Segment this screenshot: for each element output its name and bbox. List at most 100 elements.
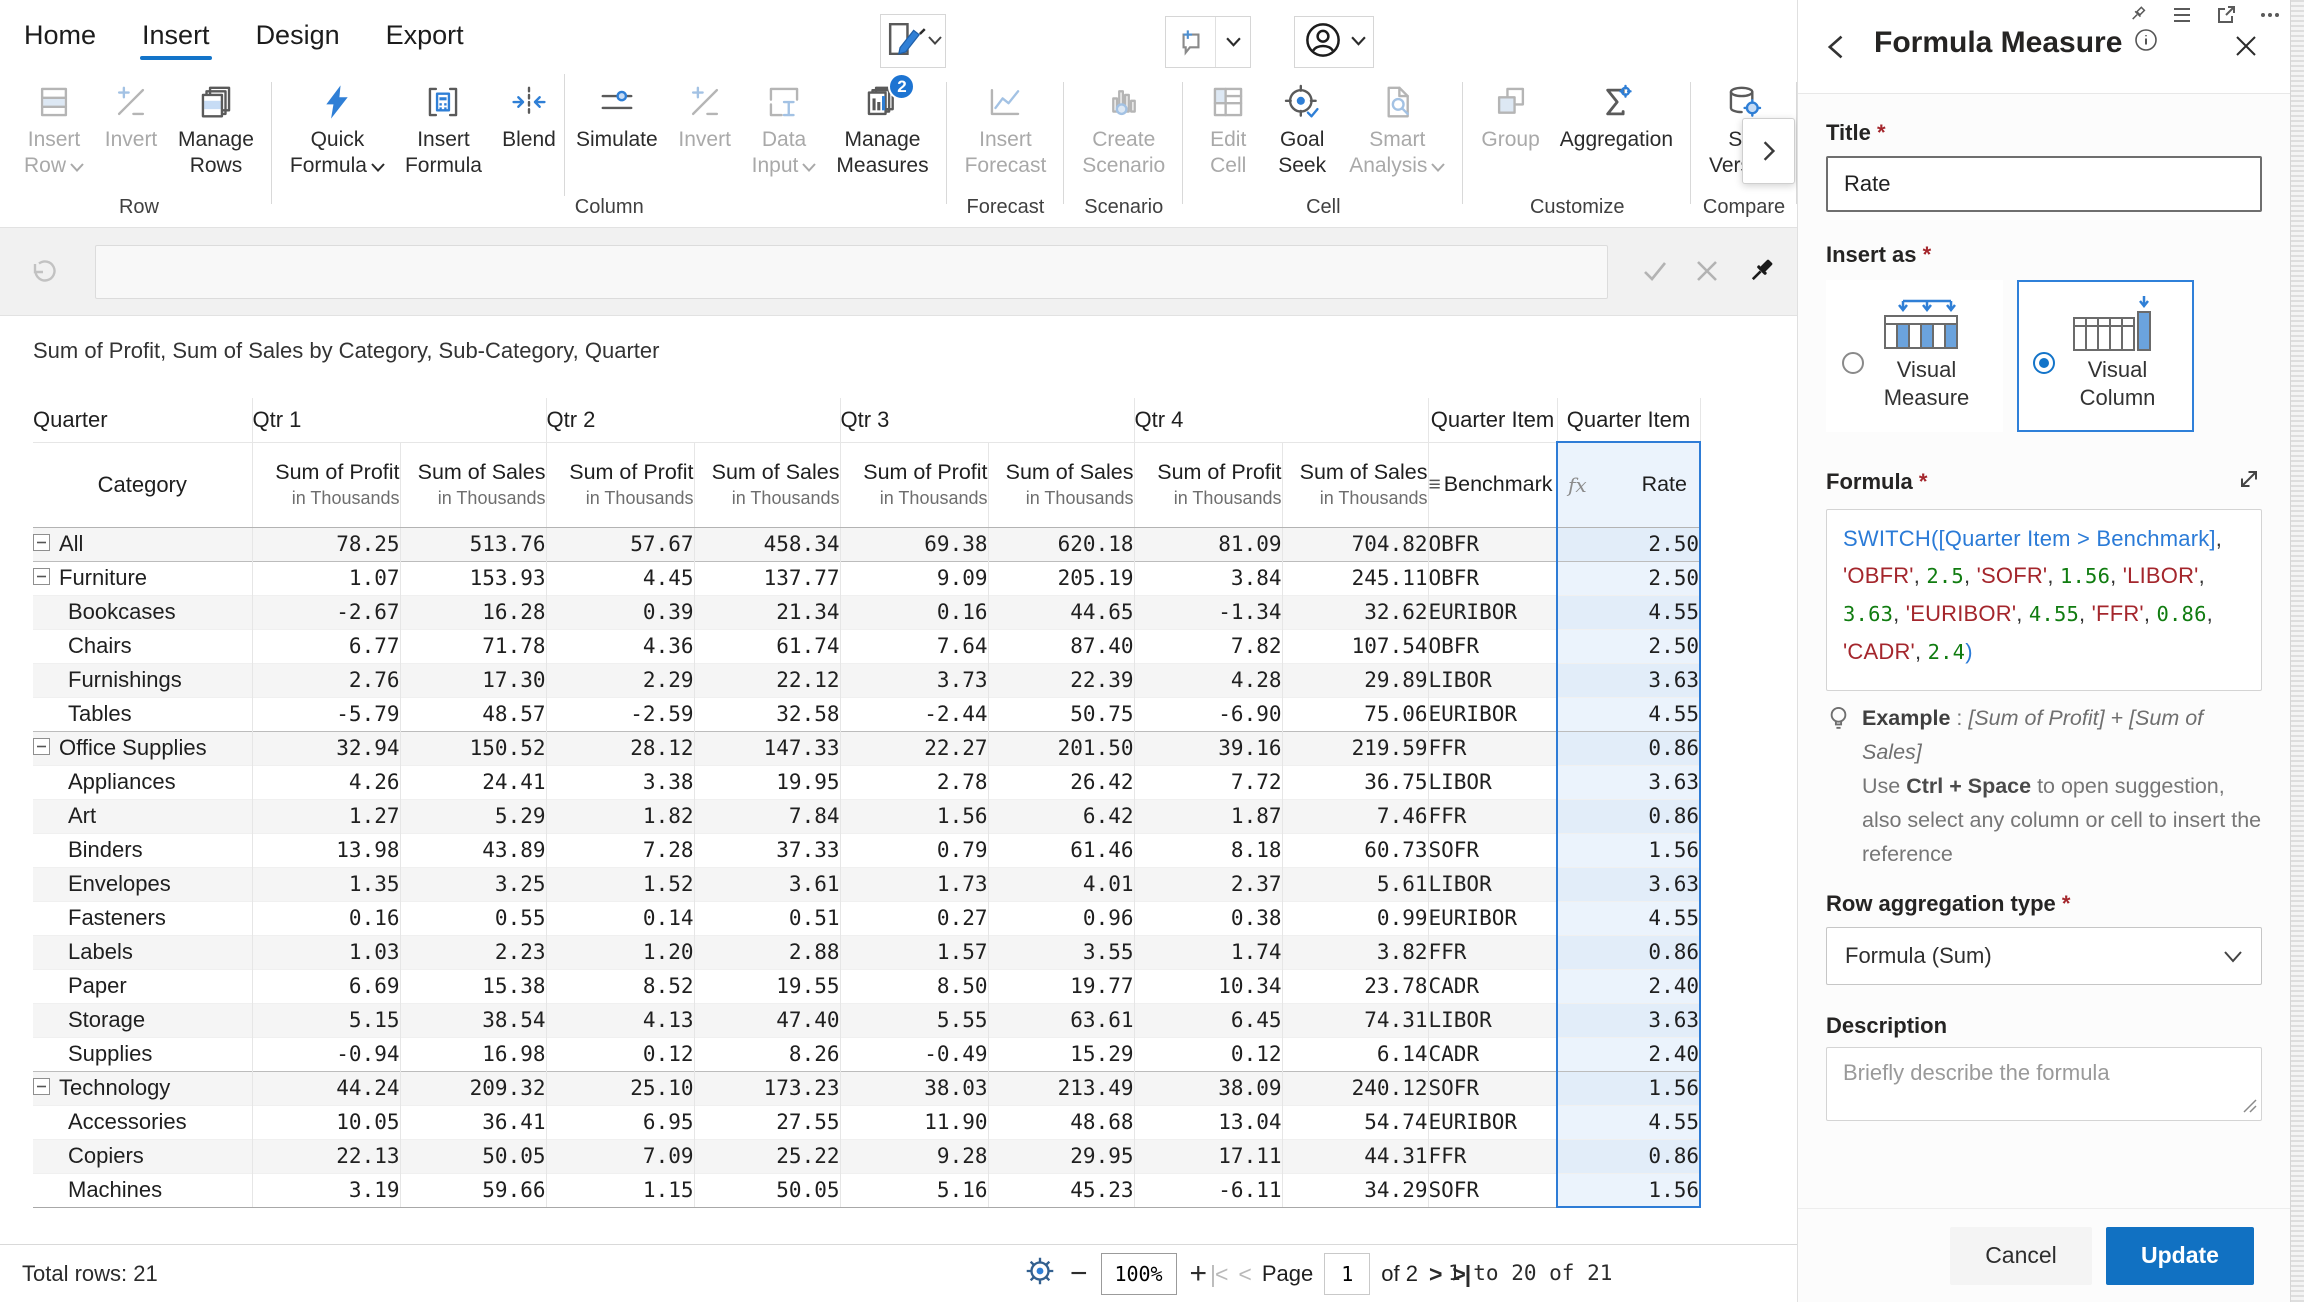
- benchmark-cell[interactable]: LIBOR: [1428, 663, 1557, 697]
- category-cell[interactable]: All: [33, 527, 252, 561]
- zoom-out-button[interactable]: −: [1070, 1254, 1088, 1294]
- value-cell[interactable]: 61.74: [694, 629, 840, 663]
- value-cell[interactable]: 44.65: [988, 595, 1134, 629]
- edit-interaction-button[interactable]: [880, 14, 946, 68]
- value-cell[interactable]: 7.84: [694, 799, 840, 833]
- category-header[interactable]: Category: [33, 442, 252, 527]
- visual-column-option[interactable]: VisualColumn: [2017, 280, 2194, 432]
- category-cell[interactable]: Copiers: [33, 1139, 252, 1173]
- value-cell[interactable]: 45.23: [988, 1173, 1134, 1207]
- category-cell[interactable]: Technology: [33, 1071, 252, 1105]
- value-cell[interactable]: 8.26: [694, 1037, 840, 1071]
- value-cell[interactable]: 4.13: [546, 1003, 694, 1037]
- benchmark-cell[interactable]: SOFR: [1428, 1173, 1557, 1207]
- value-cell[interactable]: 9.28: [840, 1139, 988, 1173]
- benchmark-cell[interactable]: LIBOR: [1428, 867, 1557, 901]
- value-cell[interactable]: 74.31: [1282, 1003, 1428, 1037]
- value-cell[interactable]: 61.46: [988, 833, 1134, 867]
- benchmark-cell[interactable]: SOFR: [1428, 833, 1557, 867]
- benchmark-cell[interactable]: SOFR: [1428, 1071, 1557, 1105]
- value-cell[interactable]: 6.45: [1134, 1003, 1282, 1037]
- rate-cell[interactable]: 4.55: [1557, 595, 1700, 629]
- value-cell[interactable]: 150.52: [400, 731, 546, 765]
- value-cell[interactable]: 4.45: [546, 561, 694, 595]
- value-cell[interactable]: -6.11: [1134, 1173, 1282, 1207]
- rate-cell[interactable]: 1.56: [1557, 833, 1700, 867]
- value-cell[interactable]: 22.27: [840, 731, 988, 765]
- value-cell[interactable]: 5.29: [400, 799, 546, 833]
- value-cell[interactable]: 0.14: [546, 901, 694, 935]
- list-icon[interactable]: [2172, 5, 2192, 30]
- more-options-icon[interactable]: [2260, 5, 2280, 30]
- value-cell[interactable]: 137.77: [694, 561, 840, 595]
- formula-editor[interactable]: SWITCH([Quarter Item > Benchmark], 'OBFR…: [1826, 509, 2262, 691]
- quick-formula-button[interactable]: QuickFormula: [280, 74, 395, 179]
- value-cell[interactable]: 1.73: [840, 867, 988, 901]
- rate-cell[interactable]: 3.63: [1557, 765, 1700, 799]
- value-cell[interactable]: 2.88: [694, 935, 840, 969]
- value-cell[interactable]: 17.11: [1134, 1139, 1282, 1173]
- category-cell[interactable]: Accessories: [33, 1105, 252, 1139]
- value-cell[interactable]: 3.25: [400, 867, 546, 901]
- value-cell[interactable]: 38.03: [840, 1071, 988, 1105]
- category-cell[interactable]: Bookcases: [33, 595, 252, 629]
- value-cell[interactable]: 6.77: [252, 629, 400, 663]
- pin-icon[interactable]: [2128, 5, 2148, 30]
- value-cell[interactable]: 3.61: [694, 867, 840, 901]
- measure-header-qtr-3-sum-of-profit[interactable]: Sum of Profitin Thousands: [840, 442, 988, 527]
- value-cell[interactable]: 7.72: [1134, 765, 1282, 799]
- zoom-level-input[interactable]: [1101, 1253, 1177, 1295]
- value-cell[interactable]: 10.34: [1134, 969, 1282, 1003]
- category-cell[interactable]: Appliances: [33, 765, 252, 799]
- value-cell[interactable]: 107.54: [1282, 629, 1428, 663]
- rate-header[interactable]: fxRate: [1557, 442, 1700, 527]
- value-cell[interactable]: 78.25: [252, 527, 400, 561]
- value-cell[interactable]: 0.12: [546, 1037, 694, 1071]
- value-cell[interactable]: 24.41: [400, 765, 546, 799]
- value-cell[interactable]: 22.39: [988, 663, 1134, 697]
- category-cell[interactable]: Paper: [33, 969, 252, 1003]
- value-cell[interactable]: 36.75: [1282, 765, 1428, 799]
- resize-grip-icon[interactable]: [2243, 1099, 2257, 1118]
- value-cell[interactable]: 38.09: [1134, 1071, 1282, 1105]
- rate-cell[interactable]: 0.86: [1557, 935, 1700, 969]
- value-cell[interactable]: 4.01: [988, 867, 1134, 901]
- value-cell[interactable]: 6.95: [546, 1105, 694, 1139]
- value-cell[interactable]: 13.04: [1134, 1105, 1282, 1139]
- collapse-icon[interactable]: [33, 565, 50, 591]
- value-cell[interactable]: 15.29: [988, 1037, 1134, 1071]
- benchmark-cell[interactable]: CADR: [1428, 1037, 1557, 1071]
- value-cell[interactable]: 0.55: [400, 901, 546, 935]
- value-cell[interactable]: 7.28: [546, 833, 694, 867]
- value-cell[interactable]: -6.90: [1134, 697, 1282, 731]
- value-cell[interactable]: 0.79: [840, 833, 988, 867]
- benchmark-cell[interactable]: EURIBOR: [1428, 1105, 1557, 1139]
- benchmark-cell[interactable]: OBFR: [1428, 629, 1557, 663]
- value-cell[interactable]: 6.42: [988, 799, 1134, 833]
- value-cell[interactable]: 7.64: [840, 629, 988, 663]
- benchmark-header[interactable]: ≡Benchmark: [1428, 442, 1557, 527]
- value-cell[interactable]: 22.12: [694, 663, 840, 697]
- blend-button[interactable]: Blend: [492, 74, 566, 153]
- value-cell[interactable]: 245.11: [1282, 561, 1428, 595]
- value-cell[interactable]: 5.15: [252, 1003, 400, 1037]
- goal-seek-button[interactable]: GoalSeek: [1265, 74, 1339, 179]
- page-number-input[interactable]: [1324, 1253, 1370, 1295]
- value-cell[interactable]: 22.13: [252, 1139, 400, 1173]
- formula-input[interactable]: [95, 245, 1608, 299]
- value-cell[interactable]: 50.05: [694, 1173, 840, 1207]
- value-cell[interactable]: 16.28: [400, 595, 546, 629]
- column-header-qtr-3[interactable]: Qtr 3: [840, 398, 1134, 442]
- measure-header-qtr-1-sum-of-sales[interactable]: Sum of Salesin Thousands: [400, 442, 546, 527]
- category-cell[interactable]: Tables: [33, 697, 252, 731]
- expand-formula-icon[interactable]: [2236, 466, 2262, 497]
- value-cell[interactable]: 2.76: [252, 663, 400, 697]
- value-cell[interactable]: 1.07: [252, 561, 400, 595]
- rate-cell[interactable]: 2.50: [1557, 629, 1700, 663]
- add-comment-button[interactable]: [1165, 16, 1251, 68]
- value-cell[interactable]: 620.18: [988, 527, 1134, 561]
- value-cell[interactable]: 3.19: [252, 1173, 400, 1207]
- rate-cell[interactable]: 3.63: [1557, 663, 1700, 697]
- benchmark-cell[interactable]: OBFR: [1428, 527, 1557, 561]
- value-cell[interactable]: 240.12: [1282, 1071, 1428, 1105]
